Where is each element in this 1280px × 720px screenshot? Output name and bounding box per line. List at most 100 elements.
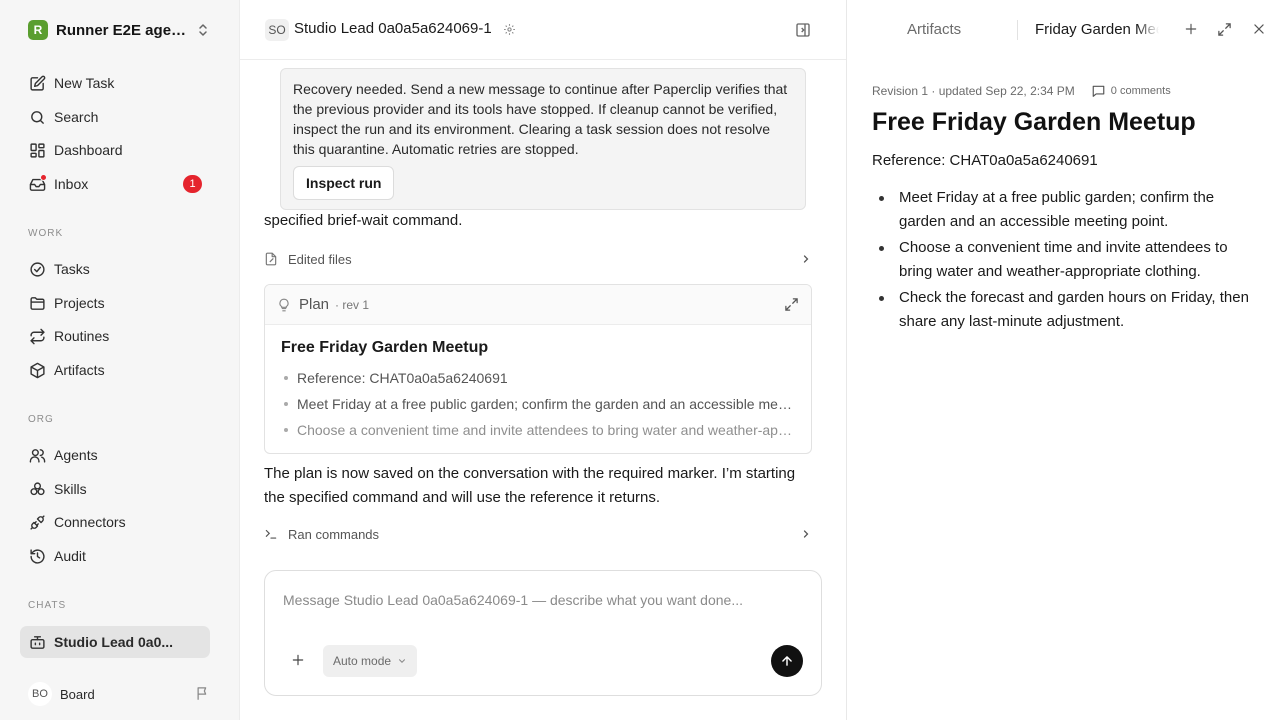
expand-icon[interactable] [784, 297, 799, 312]
gear-icon[interactable] [503, 23, 516, 36]
file-edit-icon [264, 252, 278, 266]
artifact-list-item: Meet Friday at a free public garden; con… [872, 186, 1262, 234]
repeat-icon [28, 327, 46, 345]
mode-label: Auto mode [333, 654, 392, 668]
inbox-count-badge: 1 [183, 175, 202, 193]
toggle-panel-icon[interactable] [795, 22, 811, 38]
assistant-message: The plan is now saved on the conversatio… [264, 465, 796, 506]
nav-artifacts[interactable]: Artifacts [20, 354, 210, 386]
section-work-heading: WORK [28, 228, 64, 239]
inbox-unread-dot [40, 174, 47, 181]
plan-list: Reference: CHAT0a0a5a6240691 Meet Friday… [281, 365, 795, 443]
composer: Auto mode [264, 570, 822, 696]
tab-artifacts[interactable]: Artifacts [907, 21, 961, 38]
plus-icon[interactable] [1184, 22, 1198, 36]
nav-tasks[interactable]: Tasks [20, 253, 210, 285]
ran-commands-row[interactable]: Ran commands [264, 522, 812, 546]
revision-meta: Revision 1 · updated Sep 22, 2:34 PM 0 c… [872, 84, 1171, 98]
revision-text: Revision 1 · updated Sep 22, 2:34 PM [872, 84, 1075, 98]
nav-routines[interactable]: Routines [20, 320, 210, 352]
artifact-panel: Artifacts Friday Garden Meetup Revision … [846, 0, 1280, 720]
comments-button[interactable]: 0 comments [1091, 84, 1171, 98]
chevron-right-icon [800, 253, 812, 265]
close-icon[interactable] [1252, 22, 1266, 36]
flag-icon[interactable] [195, 686, 210, 701]
inspect-run-button[interactable]: Inspect run [293, 166, 395, 200]
nav-label: Tasks [54, 261, 90, 277]
check-circle-icon [28, 260, 46, 278]
agent-avatar: SO [265, 19, 289, 41]
nav-projects[interactable]: Projects [20, 287, 210, 319]
nav-label: Search [54, 109, 99, 125]
section-chats-heading: CHATS [28, 600, 67, 611]
chat-label: Studio Lead 0a0... [54, 634, 174, 650]
lightbulb-icon [277, 297, 291, 313]
chevron-right-icon [800, 528, 812, 540]
plan-title: Free Friday Garden Meetup [281, 339, 489, 356]
artifact-reference: Reference: CHAT0a0a5a6240691 [872, 152, 1098, 169]
mode-selector[interactable]: Auto mode [323, 645, 418, 677]
workspace-name: Runner E2E agen... [56, 21, 192, 39]
nav-new-task[interactable]: New Task [20, 67, 210, 99]
nav-connectors[interactable]: Connectors [20, 506, 210, 538]
maximize-icon[interactable] [1217, 22, 1232, 37]
ran-commands-label: Ran commands [288, 526, 380, 542]
recovery-notice: Recovery needed. Send a new message to c… [280, 68, 806, 210]
nav-inbox[interactable]: Inbox 1 [20, 168, 210, 200]
plan-revision: · rev 1 [335, 297, 370, 312]
arrow-up-icon [780, 654, 794, 668]
inbox-icon [28, 174, 47, 193]
bot-icon [28, 633, 46, 651]
plug-icon [28, 513, 46, 531]
edited-files-label: Edited files [288, 251, 352, 267]
plan-item: Choose a convenient time and invite atte… [281, 417, 795, 443]
panel-tabs: Artifacts Friday Garden Meetup [847, 0, 1280, 60]
nav-label: Dashboard [54, 142, 123, 158]
workspace-switcher[interactable]: R Runner E2E agen... [20, 12, 216, 48]
nav-skills[interactable]: Skills [20, 473, 210, 505]
nav-label: Skills [54, 481, 87, 497]
users-icon [28, 446, 46, 464]
edit-icon [28, 74, 46, 92]
chat-item-studio-lead[interactable]: Studio Lead 0a0... [20, 626, 210, 658]
nav-label: Projects [54, 295, 105, 311]
nav-label: Routines [54, 328, 110, 344]
plus-icon[interactable] [291, 653, 305, 667]
plan-header: Plan · rev 1 [265, 285, 811, 325]
box-icon [28, 361, 46, 379]
artifact-list-item: Choose a convenient time and invite atte… [872, 236, 1262, 284]
chat-header: SO Studio Lead 0a0a5a624069-1 [240, 0, 846, 60]
sidebar: R Runner E2E agen... New Task Search Das… [0, 0, 240, 720]
edited-files-row[interactable]: Edited files [264, 247, 812, 271]
skills-icon [28, 480, 46, 498]
folder-icon [28, 294, 46, 312]
message-input[interactable] [283, 592, 803, 608]
workspace-logo: R [28, 20, 48, 40]
plan-item: Meet Friday at a free public garden; con… [281, 391, 795, 417]
history-icon [28, 547, 46, 565]
comment-icon [1091, 84, 1106, 98]
section-org-heading: ORG [28, 414, 54, 425]
nav-audit[interactable]: Audit [20, 540, 210, 572]
recovery-notice-text: Recovery needed. Send a new message to c… [293, 81, 788, 157]
search-icon [28, 108, 46, 126]
tab-friday-garden-meetup[interactable]: Friday Garden Meetup [1035, 21, 1159, 38]
nav-label: Inbox [54, 176, 89, 192]
user-name: Board [60, 686, 95, 702]
nav-search[interactable]: Search [20, 101, 210, 133]
nav-agents[interactable]: Agents [20, 439, 210, 471]
nav-label: Artifacts [54, 362, 105, 378]
tab-divider [1017, 20, 1018, 40]
terminal-icon [264, 527, 278, 541]
chevron-up-down-icon [196, 22, 210, 38]
chat-pane: SO Studio Lead 0a0a5a624069-1 Recovery n… [240, 0, 846, 720]
avatar: BO [28, 682, 52, 706]
artifact-list: Meet Friday at a free public garden; con… [872, 186, 1262, 336]
send-button[interactable] [771, 645, 803, 677]
message-fragment: specified brief-wait command. [264, 212, 463, 229]
plan-body: Free Friday Garden Meetup Reference: CHA… [265, 325, 811, 443]
plan-label: Plan [299, 296, 330, 313]
artifact-title: Free Friday Garden Meetup [872, 108, 1196, 136]
user-menu[interactable]: BO Board [20, 679, 220, 709]
nav-dashboard[interactable]: Dashboard [20, 134, 210, 166]
